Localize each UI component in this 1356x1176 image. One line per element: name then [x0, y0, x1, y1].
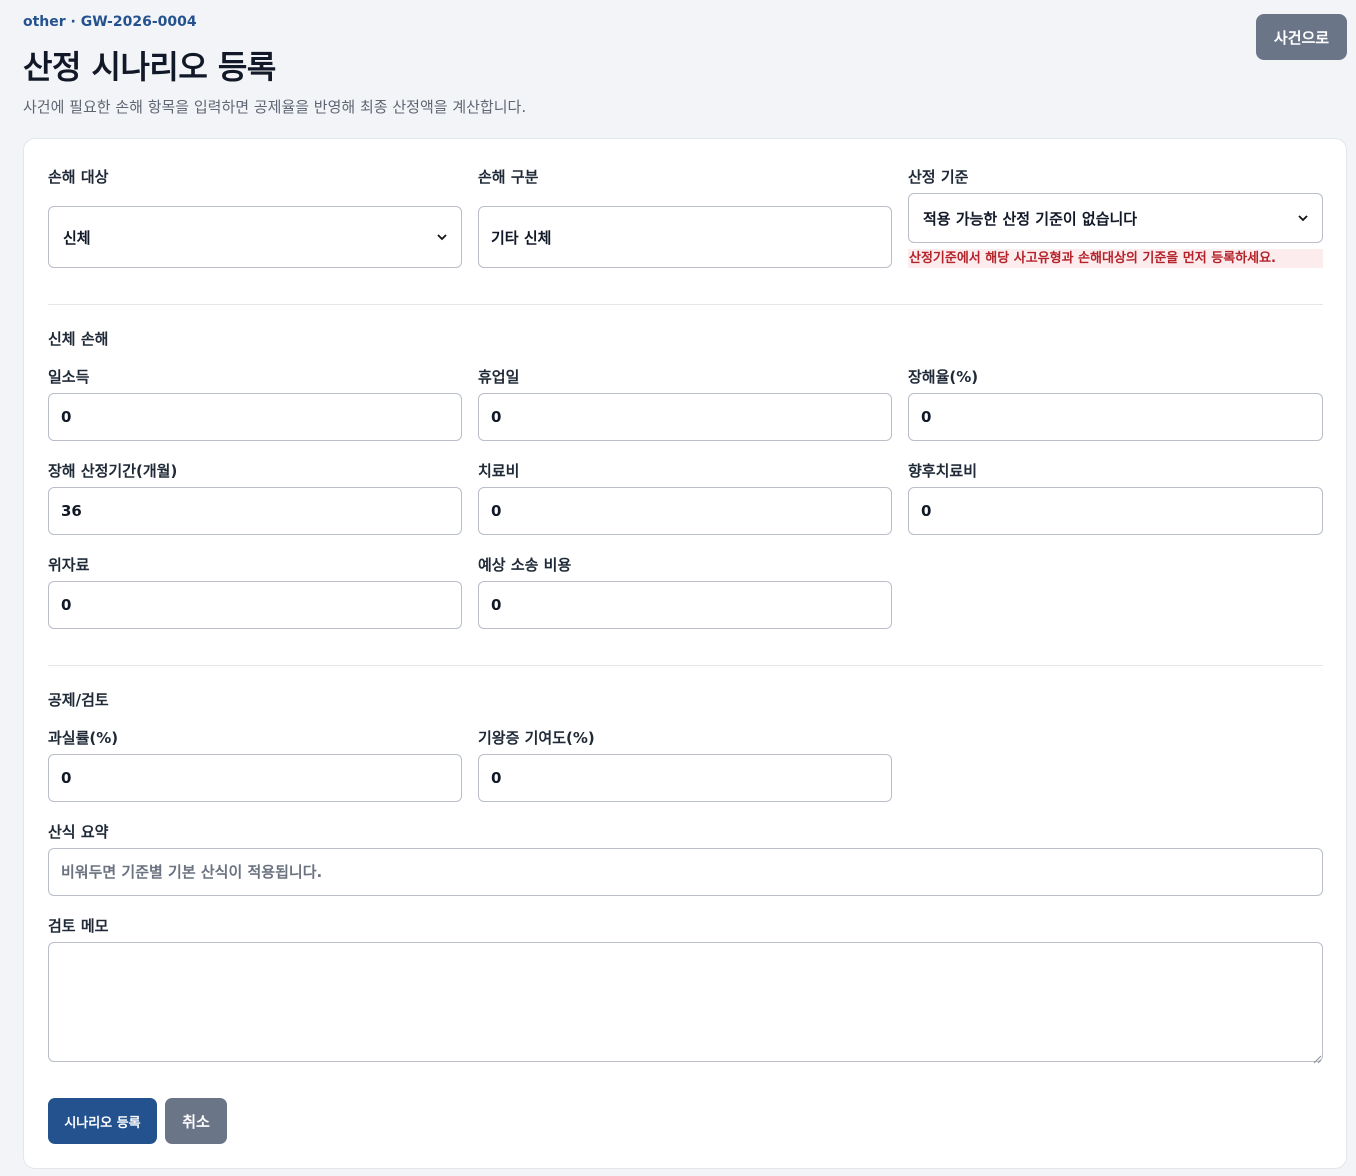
preexisting-label: 기왕증 기여도(%) — [478, 729, 595, 747]
damage-target-value: 신체 — [63, 228, 91, 247]
daily-income-label: 일소득 — [48, 368, 90, 386]
chevron-down-icon — [437, 232, 447, 242]
damage-category-input[interactable] — [478, 206, 892, 268]
treatment-cost-label: 치료비 — [478, 462, 520, 480]
litigation-cost-input[interactable] — [478, 581, 892, 629]
disability-rate-label: 장해율(%) — [908, 368, 979, 386]
daily-income-input[interactable] — [48, 393, 462, 441]
memo-label: 검토 메모 — [48, 917, 109, 935]
scenario-form-card: 손해 대상 신체 손해 구분 산정 기준 적용 가능한 산정 기준이 없습니다 … — [23, 138, 1347, 1169]
criteria-label: 산정 기준 — [908, 168, 969, 186]
litigation-cost-label: 예상 소송 비용 — [478, 556, 572, 574]
future-treatment-input[interactable] — [908, 487, 1323, 535]
divider — [48, 304, 1323, 305]
future-treatment-label: 향후치료비 — [908, 462, 978, 480]
disability-months-input[interactable] — [48, 487, 462, 535]
damage-target-label: 손해 대상 — [48, 168, 109, 186]
page-title: 산정 시나리오 등록 — [23, 48, 276, 86]
case-reference: other · GW-2026-0004 — [23, 14, 197, 30]
disability-rate-input[interactable] — [908, 393, 1323, 441]
fault-rate-label: 과실률(%) — [48, 729, 119, 747]
damage-category-label: 손해 구분 — [478, 168, 539, 186]
resize-grip-icon[interactable] — [1312, 1049, 1322, 1064]
formula-input[interactable] — [48, 848, 1323, 896]
preexisting-input[interactable] — [478, 754, 892, 802]
consolation-input[interactable] — [48, 581, 462, 629]
lost-days-label: 휴업일 — [478, 368, 520, 386]
consolation-label: 위자료 — [48, 556, 90, 574]
chevron-down-icon — [1298, 213, 1308, 223]
criteria-error-message: 산정기준에서 해당 사고유형과 손해대상의 기준을 먼저 등록하세요. — [908, 249, 1323, 268]
criteria-value: 적용 가능한 산정 기준이 없습니다 — [923, 209, 1138, 228]
deduction-section-title: 공제/검토 — [48, 691, 109, 709]
cancel-button[interactable]: 취소 — [165, 1098, 227, 1144]
divider — [48, 665, 1323, 666]
bodily-section-title: 신체 손해 — [48, 330, 109, 348]
fault-rate-input[interactable] — [48, 754, 462, 802]
damage-target-select[interactable]: 신체 — [48, 206, 462, 268]
lost-days-input[interactable] — [478, 393, 892, 441]
register-scenario-button[interactable]: 시나리오 등록 — [48, 1098, 157, 1144]
back-to-case-button[interactable]: 사건으로 — [1256, 14, 1347, 60]
formula-label: 산식 요약 — [48, 823, 109, 841]
page-description: 사건에 필요한 손해 항목을 입력하면 공제율을 반영해 최종 산정액을 계산합… — [23, 98, 527, 116]
memo-textarea[interactable] — [48, 942, 1323, 1062]
treatment-cost-input[interactable] — [478, 487, 892, 535]
criteria-select[interactable]: 적용 가능한 산정 기준이 없습니다 — [908, 193, 1323, 243]
disability-months-label: 장해 산정기간(개월) — [48, 462, 178, 480]
